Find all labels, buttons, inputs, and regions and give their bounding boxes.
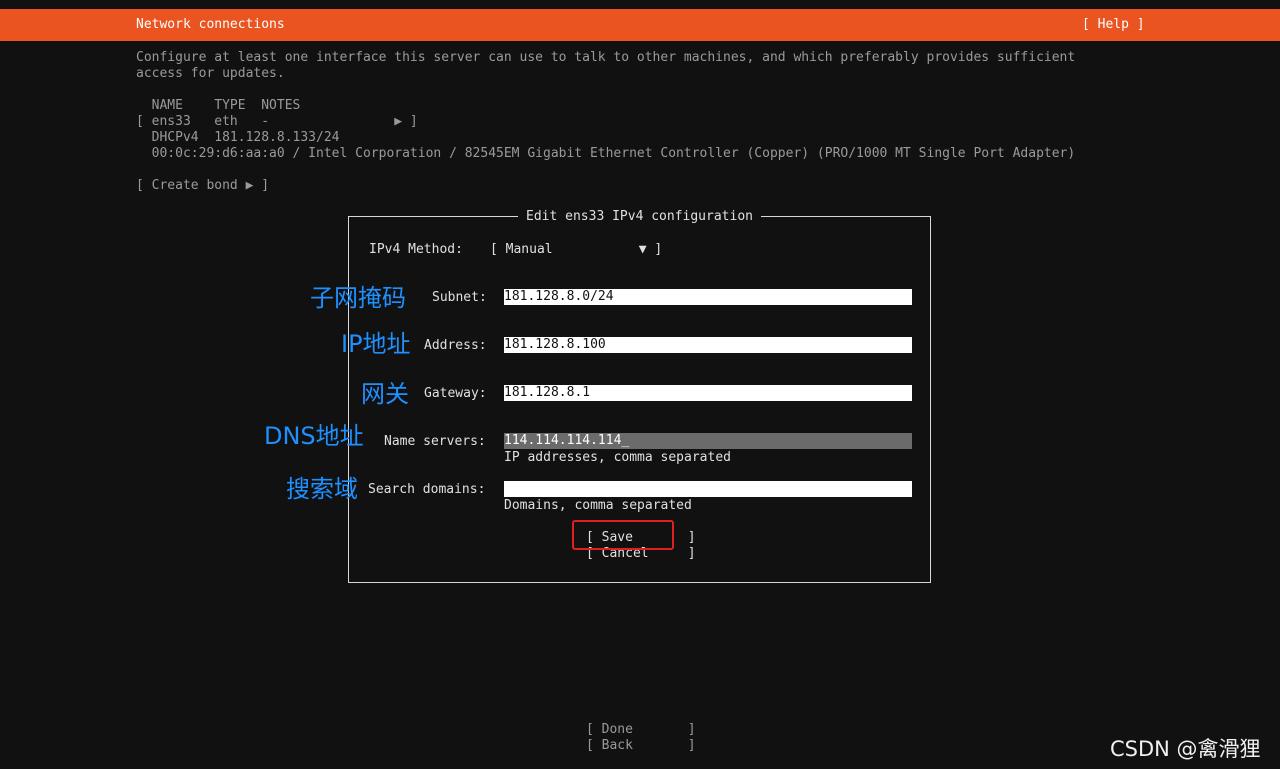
interface-hardware-info: 00:0c:29:d6:aa:a0 / Intel Corporation / … <box>136 146 1076 161</box>
annotation-search: 搜索域 <box>286 475 358 503</box>
interface-table-header: NAME TYPE NOTES <box>136 98 301 113</box>
annotation-address: IP地址 <box>341 330 411 358</box>
header-bar: Network connections [ Help ] <box>0 9 1280 41</box>
back-button[interactable]: [ Back ] <box>586 738 696 754</box>
search-domains-label: Search domains: <box>368 482 486 497</box>
interface-dhcp-info: DHCPv4 181.128.8.133/24 <box>136 130 340 145</box>
address-label: Address: <box>424 338 487 353</box>
search-domains-input[interactable] <box>504 481 912 497</box>
watermark: CSDN @禽滑狸 <box>1110 737 1261 761</box>
annotation-dns: DNS地址 <box>264 422 364 450</box>
interface-row-ens33[interactable]: [ ens33 eth - ▶ ] <box>136 114 418 130</box>
ipv4-method-label: IPv4 Method: <box>369 242 463 257</box>
name-servers-input[interactable]: 114.114.114.114_ <box>504 433 912 449</box>
gateway-label: Gateway: <box>424 386 487 401</box>
done-button[interactable]: [ Done ] <box>586 722 696 738</box>
description-line-1: Configure at least one interface this se… <box>136 50 1076 65</box>
dialog-title: Edit ens33 IPv4 configuration <box>518 209 761 225</box>
subnet-input[interactable]: 181.128.8.0/24 <box>504 289 912 305</box>
gateway-input[interactable]: 181.128.8.1 <box>504 385 912 401</box>
page-title: Network connections <box>136 17 285 32</box>
ipv4-method-select[interactable]: [ Manual ▼ ] <box>490 242 662 258</box>
top-strip <box>0 0 1280 9</box>
annotation-subnet: 子网掩码 <box>310 284 406 312</box>
save-highlight-box <box>572 520 674 550</box>
address-input[interactable]: 181.128.8.100 <box>504 337 912 353</box>
name-servers-hint: IP addresses, comma separated <box>504 450 731 465</box>
subnet-label: Subnet: <box>432 290 487 305</box>
search-domains-hint: Domains, comma separated <box>504 498 692 513</box>
help-button[interactable]: [ Help ] <box>1082 17 1145 33</box>
annotation-gateway: 网关 <box>361 380 409 408</box>
description-line-2: access for updates. <box>136 66 285 81</box>
name-servers-label: Name servers: <box>384 434 486 449</box>
create-bond-button[interactable]: [ Create bond ▶ ] <box>136 178 269 194</box>
